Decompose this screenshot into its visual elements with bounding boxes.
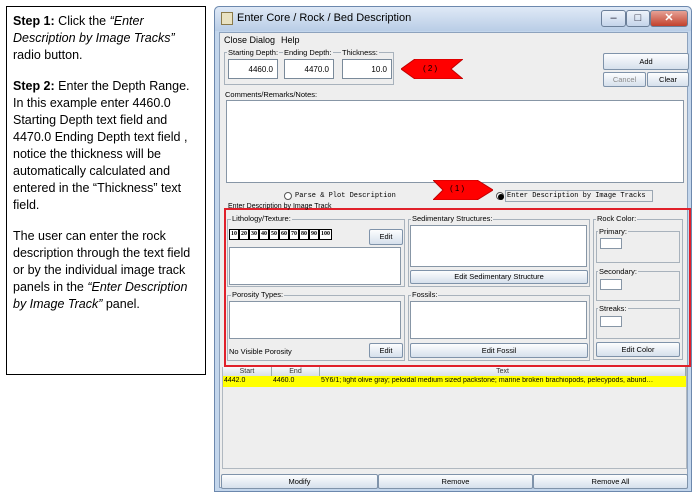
callout-label-2: ( 2 ): [423, 64, 438, 73]
parse-plot-radio[interactable]: [284, 192, 292, 200]
lithology-tick[interactable]: 20: [239, 229, 249, 240]
image-tracks-radio[interactable]: [496, 192, 504, 200]
edit-fossil-button[interactable]: Edit Fossil: [410, 343, 588, 358]
lithology-edit-button[interactable]: Edit: [369, 229, 403, 245]
table-cell-start: 4442.0: [224, 377, 246, 384]
image-tracks-label: Enter Description by Image Tracks: [507, 192, 646, 200]
lithology-tick[interactable]: 90: [309, 229, 319, 240]
step2-text: Enter the Depth Range. In this example e…: [13, 79, 190, 212]
porosity-edit-button[interactable]: Edit: [369, 343, 403, 358]
add-button[interactable]: Add: [603, 53, 689, 70]
lithology-tick[interactable]: 60: [279, 229, 289, 240]
cancel-button[interactable]: Cancel: [603, 72, 646, 87]
table-cell-text: 5Y6/1; light olive gray; peloidal medium…: [321, 377, 654, 384]
menu-bar: Close Dialog Help: [220, 33, 687, 49]
close-button[interactable]: ✕: [650, 10, 688, 27]
window-title: Enter Core / Rock / Bed Description: [237, 12, 412, 24]
ending-depth-label: Ending Depth:: [283, 48, 333, 57]
starting-depth-label: Starting Depth:: [227, 48, 280, 57]
maximize-button[interactable]: □: [626, 10, 650, 27]
ending-depth-field[interactable]: 4470.0: [284, 59, 334, 79]
secondary-color-swatch[interactable]: [600, 279, 622, 290]
lithology-tick[interactable]: 100: [319, 229, 332, 240]
edit-sedimentary-button[interactable]: Edit Sedimentary Structure: [410, 270, 588, 284]
lithology-tick[interactable]: 80: [299, 229, 309, 240]
note-paragraph: The user can enter the rock description …: [13, 228, 199, 313]
porosity-textarea[interactable]: [229, 301, 401, 339]
callout-label-1: ( 1 ): [450, 184, 465, 193]
remove-all-button[interactable]: Remove All: [533, 474, 688, 489]
clear-button[interactable]: Clear: [647, 72, 689, 87]
thickness-field[interactable]: 10.0: [342, 59, 392, 79]
porosity-value: No Visible Porosity: [229, 347, 292, 356]
primary-color-swatch[interactable]: [600, 238, 622, 249]
menu-help[interactable]: Help: [281, 35, 300, 45]
porosity-label: Porosity Types:: [231, 290, 285, 299]
fossils-label: Fossils:: [411, 290, 439, 299]
edit-color-button[interactable]: Edit Color: [596, 342, 680, 357]
rock-color-label: Rock Color:: [596, 214, 638, 223]
dialog-window: Enter Core / Rock / Bed Description – □ …: [214, 6, 692, 492]
minimize-button[interactable]: –: [601, 10, 626, 27]
dialog-content: Close Dialog Help Starting Depth: 4460.0…: [219, 32, 691, 489]
comments-label: Comments/Remarks/Notes:: [225, 90, 318, 99]
comments-textarea[interactable]: [226, 100, 684, 183]
app-icon: [221, 12, 233, 25]
lithology-tick-row: 10 20 30 40 50 60 70 80 90 100: [229, 229, 332, 240]
streaks-color-swatch[interactable]: [600, 316, 622, 327]
table-header-start[interactable]: Start: [223, 367, 272, 376]
thickness-label: Thickness:: [341, 48, 379, 57]
table-cell-end: 4460.0: [273, 377, 295, 384]
title-bar[interactable]: Enter Core / Rock / Bed Description – □ …: [215, 7, 691, 31]
lithology-tick[interactable]: 40: [259, 229, 269, 240]
secondary-color-label: Secondary:: [598, 267, 638, 276]
step2-paragraph: Step 2: Enter the Depth Range. In this e…: [13, 78, 199, 214]
table-header-end[interactable]: End: [272, 367, 320, 376]
step1-paragraph: Step 1: Click the “Enter Description by …: [13, 13, 199, 64]
parse-plot-label: Parse & Plot Description: [295, 192, 396, 200]
lithology-tick[interactable]: 70: [289, 229, 299, 240]
menu-close-dialog[interactable]: Close Dialog: [224, 35, 275, 45]
lithology-tick[interactable]: 10: [229, 229, 239, 240]
step1-text-end: radio button.: [13, 48, 83, 62]
streaks-color-label: Streaks:: [598, 304, 628, 313]
starting-depth-field[interactable]: 4460.0: [228, 59, 278, 79]
fossils-textarea[interactable]: [410, 301, 587, 339]
remove-button[interactable]: Remove: [378, 474, 533, 489]
step2-label: Step 2:: [13, 79, 55, 93]
primary-color-label: Primary:: [598, 227, 628, 236]
lithology-tick[interactable]: 30: [249, 229, 259, 240]
lithology-label: Lithology/Texture:: [231, 214, 292, 223]
sedimentary-label: Sedimentary Structures:: [411, 214, 494, 223]
image-track-title: Enter Description by Image Track: [228, 203, 332, 210]
lithology-tick[interactable]: 50: [269, 229, 279, 240]
lithology-textarea[interactable]: [229, 247, 401, 285]
modify-button[interactable]: Modify: [221, 474, 378, 489]
step1-label: Step 1:: [13, 14, 55, 28]
instructions-panel: Step 1: Click the “Enter Description by …: [6, 6, 206, 375]
table-header-text[interactable]: Text: [320, 367, 686, 376]
step1-text: Click the: [54, 14, 110, 28]
note-text-end: panel.: [102, 297, 140, 311]
sedimentary-textarea[interactable]: [410, 225, 587, 267]
